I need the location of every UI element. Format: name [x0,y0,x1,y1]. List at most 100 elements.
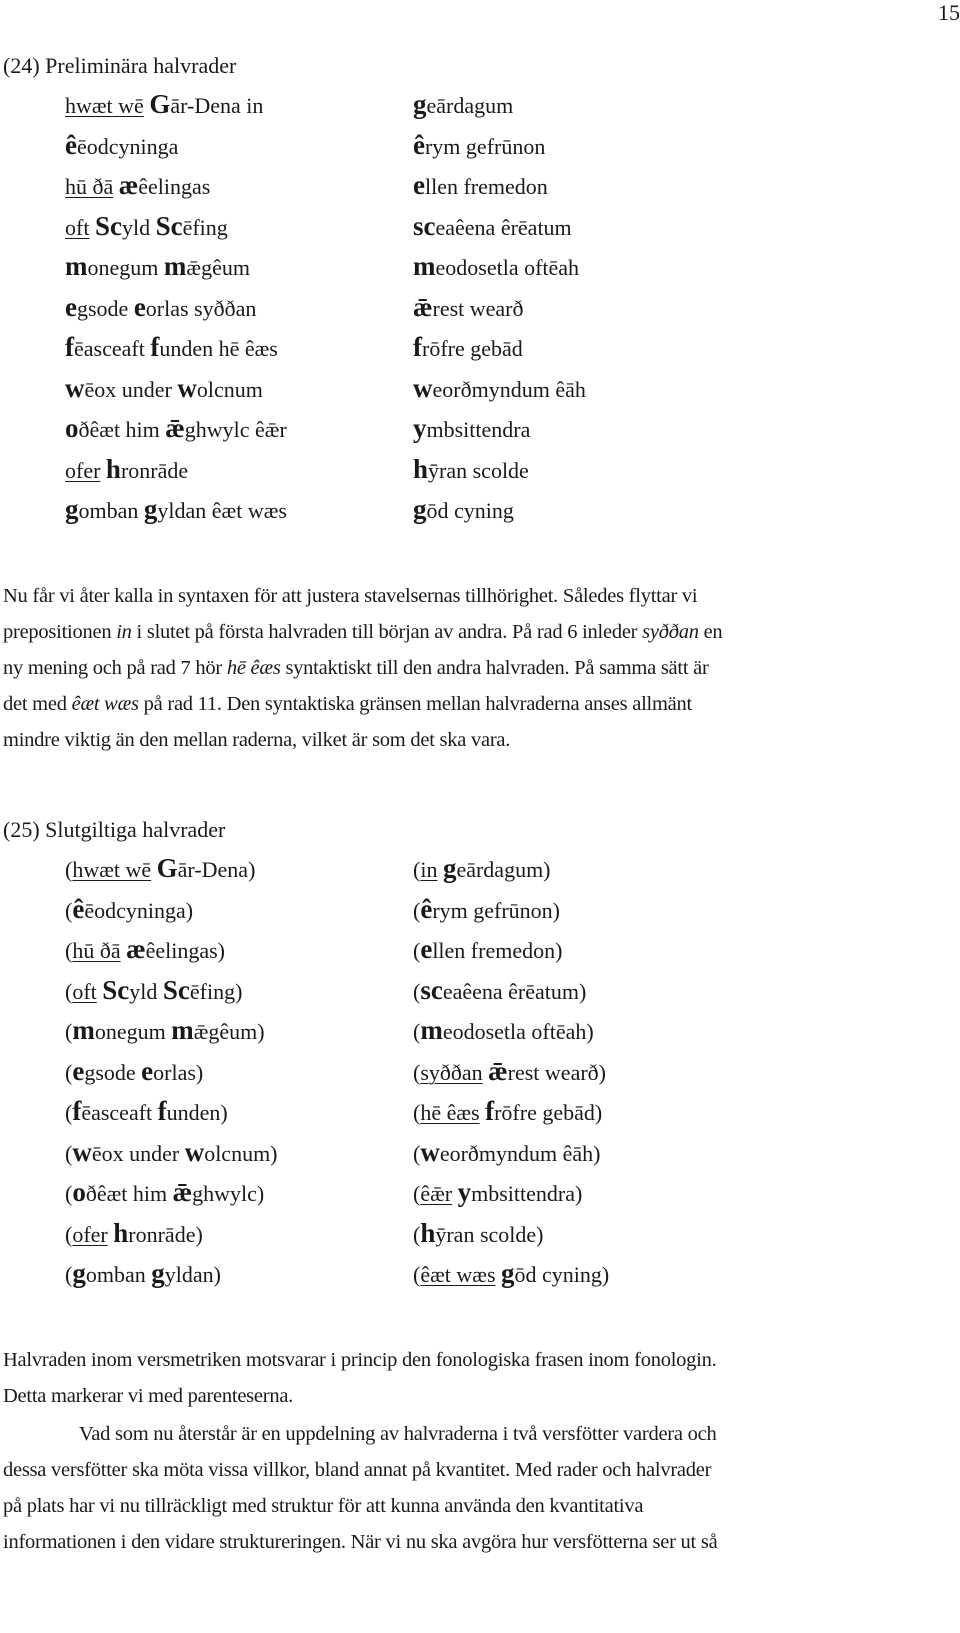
second-half-line: (weorðmyndum êāh) [413,1132,601,1175]
text-segment: ār-Dena) [177,857,256,882]
paragraph-line: på plats har vi nu tillräckligt med stru… [3,1488,958,1524]
text-segment: eodosetla oftēah) [442,1019,594,1044]
second-half-line: gōd cyning [413,489,514,532]
alliteration-initial: e [65,291,77,322]
verse-line: hū ðā æêelingas ellen fremedon [3,165,953,206]
underlined-word: hwæt wē [72,857,152,882]
verse-line: ofer hronrāde hȳran scolde [3,449,953,490]
paragraph-line: Halvraden inom versmetriken motsvarar i … [3,1342,958,1378]
text-segment: llen fremedon [424,174,548,199]
text-segment: ghwylc êǣr [184,417,287,442]
text-segment: ȳran scolde [428,457,529,483]
first-half-line: (oft Scyld Scēfing) [65,970,242,1013]
alliteration-initial: e [141,1055,154,1086]
second-half-line: geārdagum [413,84,513,127]
underlined-word: hwæt wē [65,93,144,118]
first-half-line: hwæt wē Gār-Dena in [65,84,263,127]
verse-line: oðêæt him ǣghwylc êǣr ymbsittendra [3,408,953,449]
text-segment: rest wearð) [507,1059,606,1085]
first-half-line: (êēodcyninga) [65,889,193,932]
paragraph-line: ny mening och på rad 7 hör hē êæs syntak… [3,650,958,686]
alliteration-initial: w [177,372,197,403]
second-half-line: sceaêena êrēatum [413,206,572,249]
second-half-line: ǣrest wearð [413,287,524,330]
text-segment: yldan) [164,1262,221,1287]
text-segment: Halvraden inom versmetriken motsvarar i … [3,1349,717,1371]
alliteration-initial: o [72,1177,86,1207]
alliteration-initial: w [413,372,433,403]
underlined-word: ofer [65,457,101,483]
alliteration-initial: ê [420,893,433,924]
verse-line: wēox under wolcnum weorðmyndum êāh [3,368,953,409]
alliteration-initial: e [133,291,146,322]
text-segment: Detta markerar vi med parenteserna. [3,1385,294,1407]
text-segment: rōfre gebād) [494,1100,603,1125]
alliteration-initial: e [420,934,433,964]
verse-line: (ofer hronrāde) (hȳran scolde) [3,1213,953,1254]
underlined-word: oft [65,214,90,240]
underlined-word: in [420,857,438,882]
second-half-line: (sceaêena êrēatum) [413,970,586,1013]
text-segment: på plats har vi nu tillräckligt med stru… [3,1495,644,1517]
alliteration-initial: f [150,332,160,362]
first-half-line: ofer hronrāde [65,449,188,492]
paragraph-verse-feet: Vad som nu återstår är en uppdelning av … [3,1416,958,1560]
first-half-line: monegum mǣgêum [65,246,250,289]
text-segment: i slutet på första halvraden till början… [131,621,643,643]
text-segment: ronrāde [120,457,189,483]
verse-line: (egsode eorlas) (syððan ǣrest wearð) [3,1051,953,1092]
text-segment: ghwylc) [192,1181,265,1206]
first-half-line: (oðêæt him ǣghwylc) [65,1172,264,1215]
alliteration-initial: æ [118,170,139,200]
alliteration-initial: ǣ [413,291,433,322]
second-half-line: êrym gefrūnon [413,125,545,168]
text-segment: ðêæt him [85,1181,173,1206]
alliteration-initial: ǣ [165,413,185,443]
text-segment: ār-Dena in [170,93,264,118]
first-half-line: (monegum mǣgêum) [65,1010,265,1053]
verse-line: (oft Scyld Scēfing) (sceaêena êrēatum) [3,970,953,1011]
underlined-word: hū ðā [65,174,114,199]
alliteration-initial: g [413,494,427,524]
paragraph-phonological-phrase: Halvraden inom versmetriken motsvarar i … [3,1342,958,1414]
second-half-line: hȳran scolde [413,449,529,492]
alliteration-initial: f [72,1096,82,1126]
alliteration-initial: m [72,1015,95,1045]
verse-line: (monegum mǣgêum) (meodosetla oftēah) [3,1010,953,1051]
text-segment: ēfing) [189,978,243,1004]
example-25-final-half-lines: (25) Slutgiltiga halvrader (hwæt wē Gār-… [3,812,953,1294]
alliteration-initial: g [72,1258,86,1288]
first-half-line: (wēox under wolcnum) [65,1132,278,1175]
alliteration-initial: h [105,453,121,484]
text-segment: yld [129,978,163,1004]
alliteration-initial: g [501,1258,515,1288]
first-half-line: (hwæt wē Gār-Dena) [65,848,255,891]
verse-table: (hwæt wē Gār-Dena) (in geārdagum) (êēodcyn… [3,848,953,1294]
second-half-line: (meodosetla oftēah) [413,1010,594,1053]
text-segment: ǣgêum [186,255,250,280]
alliteration-initial: o [65,413,79,443]
alliteration-initial: w [420,1136,440,1167]
paragraph-syntax-adjustment: Nu får vi åter kalla in syntaxen för att… [3,578,958,758]
text-segment: rym gefrūnon) [432,897,560,923]
example-title: (24) Preliminära halvrader [3,53,237,78]
text-segment: rym gefrūnon [424,133,546,159]
alliteration-initial: Sc [155,210,183,241]
verse-line: monegum mǣgêum meodosetla oftēah [3,246,953,287]
alliteration-initial: ê [413,129,425,160]
paragraph-line: prepositionen in i slutet på första halv… [3,614,958,650]
alliteration-initial: G [156,853,178,883]
paragraph-line: Nu får vi åter kalla in syntaxen för att… [3,578,958,614]
verse-line: oft Scyld Scēfing sceaêena êrēatum [3,206,953,247]
alliteration-initial: w [184,1136,205,1167]
underlined-word: syððan [420,1059,483,1085]
text-segment: ēox under [84,376,178,402]
italic-citation: syððan [642,621,699,643]
second-half-line: (êrym gefrūnon) [413,889,560,932]
text-segment: gsode [84,1059,142,1085]
text-segment: omban [85,1262,152,1287]
alliteration-initial: f [485,1096,495,1126]
second-half-line: (hē êæs frōfre gebād) [413,1091,602,1134]
text-segment: unden) [166,1100,228,1125]
second-half-line: ymbsittendra [413,408,530,451]
